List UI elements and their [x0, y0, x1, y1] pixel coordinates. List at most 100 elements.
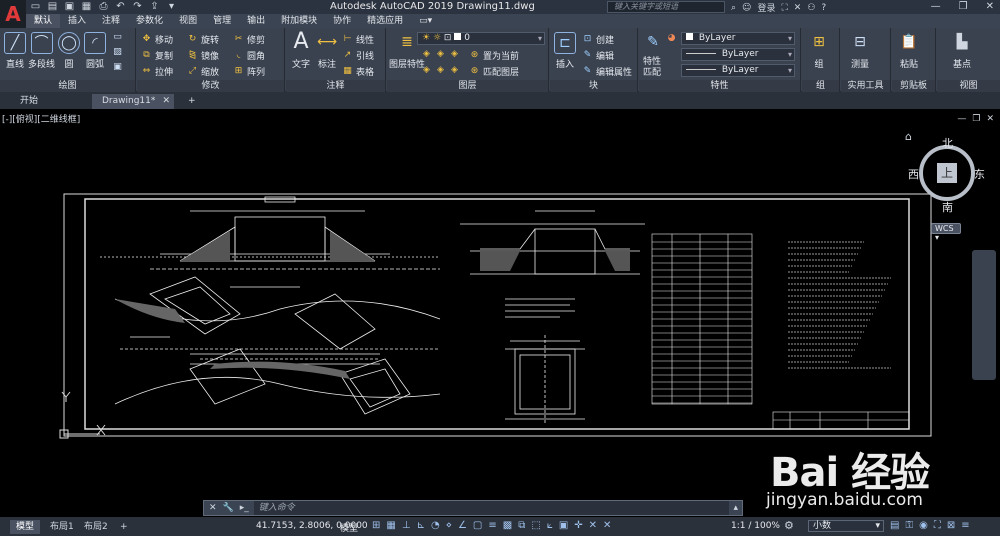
draw-panel-title[interactable]: 绘图 — [0, 80, 135, 92]
isodraft-icon[interactable]: ⋄ — [446, 520, 452, 531]
units-dropdown[interactable]: 小数 ▾ — [808, 520, 884, 532]
network-icon[interactable]: ⚇ — [807, 3, 815, 13]
circle-button[interactable]: ◯ 圆 — [58, 32, 80, 70]
quick-properties-icon[interactable]: ▤ — [890, 520, 899, 531]
layer-dropdown[interactable]: ☀ ☼ ⊡ 0 ▾ — [417, 32, 545, 45]
close-icon[interactable]: ✕ — [986, 1, 994, 12]
selection-filter-icon[interactable]: ▣ — [559, 520, 568, 531]
base-point-button[interactable]: ▙ 基点 — [951, 32, 973, 70]
grid-icon[interactable]: ⊞ — [372, 520, 380, 531]
command-input[interactable]: 键入命令 — [253, 501, 730, 515]
gradient-tool[interactable]: ▣ — [112, 62, 123, 73]
layer-state-icon[interactable]: ◈ — [421, 49, 432, 60]
edit-block-button[interactable]: ✎ 编辑 — [582, 49, 614, 62]
customization-icon[interactable]: ≡ — [961, 520, 969, 531]
array-button[interactable]: ⊞ 阵列 — [233, 65, 265, 78]
match-properties-button[interactable]: ✎ 特性匹配 — [641, 32, 665, 79]
match-layer-button[interactable]: ⊛ 匹配图层 — [469, 65, 519, 78]
open-file-icon[interactable]: ▤ — [47, 1, 58, 12]
save-icon[interactable]: ▣ — [64, 1, 75, 12]
block-panel-title[interactable]: 块 — [550, 80, 637, 92]
copy-button[interactable]: ⧉ 复制 — [141, 49, 173, 62]
arc-button[interactable]: ◜ 圆弧 — [84, 32, 106, 70]
polar-icon[interactable]: ◔ — [431, 520, 440, 531]
dimension-button[interactable]: ⟷ 标注 — [316, 32, 338, 70]
scale-button[interactable]: ⤢ 缩放 — [187, 65, 219, 78]
color-dropdown[interactable]: ByLayer ▾ — [681, 32, 795, 45]
object-snap-tracking-icon[interactable]: ∠ — [458, 520, 467, 531]
mirror-button[interactable]: ⧎ 镜像 — [187, 49, 219, 62]
view-panel-title[interactable]: 视图 — [937, 80, 1000, 92]
layout-tab-model[interactable]: 模型 — [10, 520, 41, 534]
home-icon[interactable]: ⌂ — [905, 130, 912, 143]
navigation-bar[interactable] — [972, 250, 996, 380]
create-block-button[interactable]: ⊡ 创建 — [582, 33, 614, 46]
tab-output[interactable]: 输出 — [239, 14, 273, 28]
layer-walk-icon[interactable]: ◈ — [449, 65, 460, 76]
linetype-dropdown[interactable]: ByLayer ▾ — [681, 48, 795, 61]
binoculars-icon[interactable]: ⌕ — [731, 3, 736, 13]
cart-icon[interactable]: ⛶ — [781, 3, 787, 13]
close-command-icon[interactable]: ✕ — [209, 503, 217, 513]
dropdown-icon[interactable]: ▾ — [166, 1, 177, 12]
tab-annotate[interactable]: 注释 — [94, 14, 128, 28]
recent-commands-icon[interactable]: ▸_ — [240, 503, 249, 513]
modify-panel-title[interactable]: 修改 — [137, 80, 284, 92]
properties-panel-title[interactable]: 特性 — [639, 80, 800, 92]
tab-parametric[interactable]: 参数化 — [128, 14, 171, 28]
tab-drawing11[interactable]: Drawing11* ✕ — [92, 94, 174, 109]
undo-icon[interactable]: ↶ — [115, 1, 126, 12]
line-button[interactable]: ╱ 直线 — [4, 32, 26, 70]
annotation-visibility-icon[interactable]: ✕ — [589, 520, 597, 531]
restore-icon[interactable]: ❐ — [959, 1, 968, 12]
tab-collaborate[interactable]: 协作 — [325, 14, 359, 28]
object-snap-icon[interactable]: ▢ — [473, 520, 482, 531]
viewcube-north[interactable]: 北 — [942, 135, 953, 151]
polyline-button[interactable]: ⌒ 多段线 — [28, 32, 55, 70]
gizmo-icon[interactable]: ✛ — [574, 520, 582, 531]
exchange-icon[interactable]: ✕ — [794, 3, 802, 13]
ribbon-toggle-icon[interactable]: ▭▾ — [411, 14, 440, 28]
redo-icon[interactable]: ↷ — [132, 1, 143, 12]
set-current-button[interactable]: ⊛ 置为当前 — [469, 49, 519, 62]
ortho-icon[interactable]: ⊾ — [417, 520, 425, 531]
edit-attributes-button[interactable]: ✎ 编辑属性 — [582, 65, 632, 78]
insert-button[interactable]: ⊏ 插入 — [554, 32, 576, 70]
groups-panel-title[interactable]: 组 — [802, 80, 839, 92]
help-icon[interactable]: ? — [821, 3, 826, 13]
utilities-panel-title[interactable]: 实用工具 — [841, 80, 890, 92]
viewcube-east[interactable]: 东 — [974, 166, 985, 182]
layer-freeze-icon[interactable]: ◈ — [449, 49, 460, 60]
tab-featured-apps[interactable]: 精选应用 — [359, 14, 411, 28]
lineweight-dropdown[interactable]: ByLayer ▾ — [681, 64, 795, 77]
rotate-button[interactable]: ↻ 旋转 — [187, 33, 219, 46]
linear-button[interactable]: ⊢ 线性 — [342, 33, 374, 46]
viewcube-south[interactable]: 南 — [942, 199, 953, 215]
lock-ui-icon[interactable]: ⚿ — [905, 520, 913, 531]
annotation-scale[interactable]: 1:1 / 100% — [731, 521, 780, 531]
add-layout-button[interactable]: + — [114, 520, 134, 534]
measure-button[interactable]: ⊟ 测量 — [849, 32, 871, 70]
user-icon[interactable]: ☺ — [742, 3, 751, 13]
clean-screen-icon[interactable]: ⊠ — [947, 520, 955, 531]
close-tab-icon[interactable]: ✕ — [162, 94, 170, 109]
customize-icon[interactable]: 🔧 — [223, 503, 234, 513]
color-wheel-icon[interactable]: ◕ — [666, 33, 677, 44]
stretch-button[interactable]: ⇔ 拉伸 — [141, 65, 173, 78]
layers-panel-title[interactable]: 图层 — [387, 80, 548, 92]
viewcube-west[interactable]: 西 — [908, 166, 919, 182]
lineweight-icon[interactable]: ≡ — [488, 520, 496, 531]
autocad-logo[interactable]: A — [0, 0, 26, 28]
plot-icon[interactable]: ⎙ — [98, 1, 109, 12]
paste-button[interactable]: 📋 粘贴 — [898, 32, 920, 70]
tab-manage[interactable]: 管理 — [205, 14, 239, 28]
clipboard-panel-title[interactable]: 剪贴板 — [892, 80, 935, 92]
layout-tab-2[interactable]: 布局2 — [78, 520, 114, 534]
infer-icon[interactable]: ⊥ — [402, 520, 411, 531]
new-tab-button[interactable]: + — [178, 94, 206, 109]
layer-lock-icon[interactable]: ◈ — [435, 65, 446, 76]
tab-addins[interactable]: 附加模块 — [273, 14, 325, 28]
group-button[interactable]: ⊞ 组 — [808, 32, 830, 70]
login-link[interactable]: 登录 — [757, 1, 775, 14]
workspace-gear-icon[interactable]: ⚙ — [784, 519, 794, 532]
